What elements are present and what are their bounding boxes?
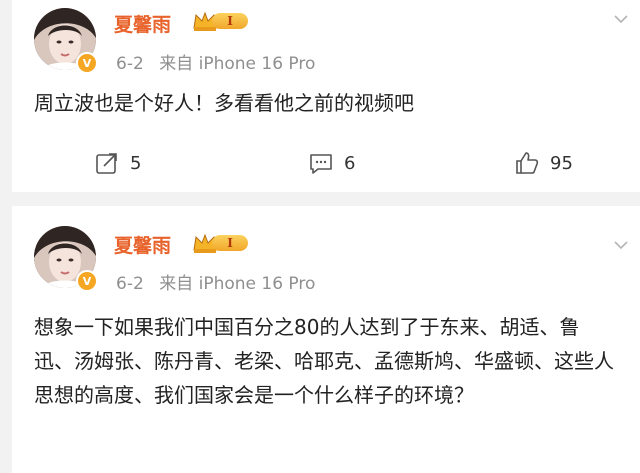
comment-button[interactable]: 6 [308, 146, 355, 180]
post-date: 6-2 [116, 274, 144, 294]
like-count: 95 [550, 152, 573, 174]
post-actions: 5 6 95 [12, 146, 640, 180]
post-content: 想象一下如果我们中国百分之80的人达到了于东来、胡适、鲁迅、汤姆张、陈丹青、老梁… [34, 315, 614, 407]
weibo-post-card[interactable]: V 夏馨雨 I 6-2 来自 iPhone 16 Pro 周立波也是个好人！多看… [12, 0, 640, 192]
like-icon [516, 152, 539, 174]
username[interactable]: 夏馨雨 [114, 10, 171, 37]
vip-level-badge[interactable]: I [192, 232, 252, 254]
post-content: 周立波也是个好人！多看看他之前的视频吧 [34, 91, 414, 115]
username[interactable]: 夏馨雨 [114, 231, 171, 258]
like-button[interactable]: 95 [514, 146, 573, 180]
verified-badge-icon: V [76, 52, 98, 74]
repost-icon [96, 153, 117, 174]
vip-level-label: I [212, 13, 248, 29]
chevron-down-icon[interactable] [612, 236, 630, 254]
chevron-down-icon[interactable] [612, 10, 630, 28]
repost-button[interactable]: 5 [94, 146, 141, 180]
vip-level-badge[interactable]: I [192, 10, 252, 32]
comment-count: 6 [344, 152, 356, 174]
repost-count: 5 [130, 152, 142, 174]
vip-level-label: I [212, 235, 248, 251]
weibo-post-card[interactable]: V 夏馨雨 I 6-2 来自 iPhone 16 Pro 想象一下如果我们中国百… [12, 206, 640, 473]
post-date: 6-2 [116, 54, 144, 74]
post-source: 来自 iPhone 16 Pro [159, 54, 316, 74]
post-source: 来自 iPhone 16 Pro [159, 274, 316, 294]
comment-icon [310, 154, 332, 174]
post-meta: 6-2 来自 iPhone 16 Pro [116, 269, 325, 294]
post-meta: 6-2 来自 iPhone 16 Pro [116, 49, 325, 74]
verified-badge-icon: V [76, 270, 98, 292]
